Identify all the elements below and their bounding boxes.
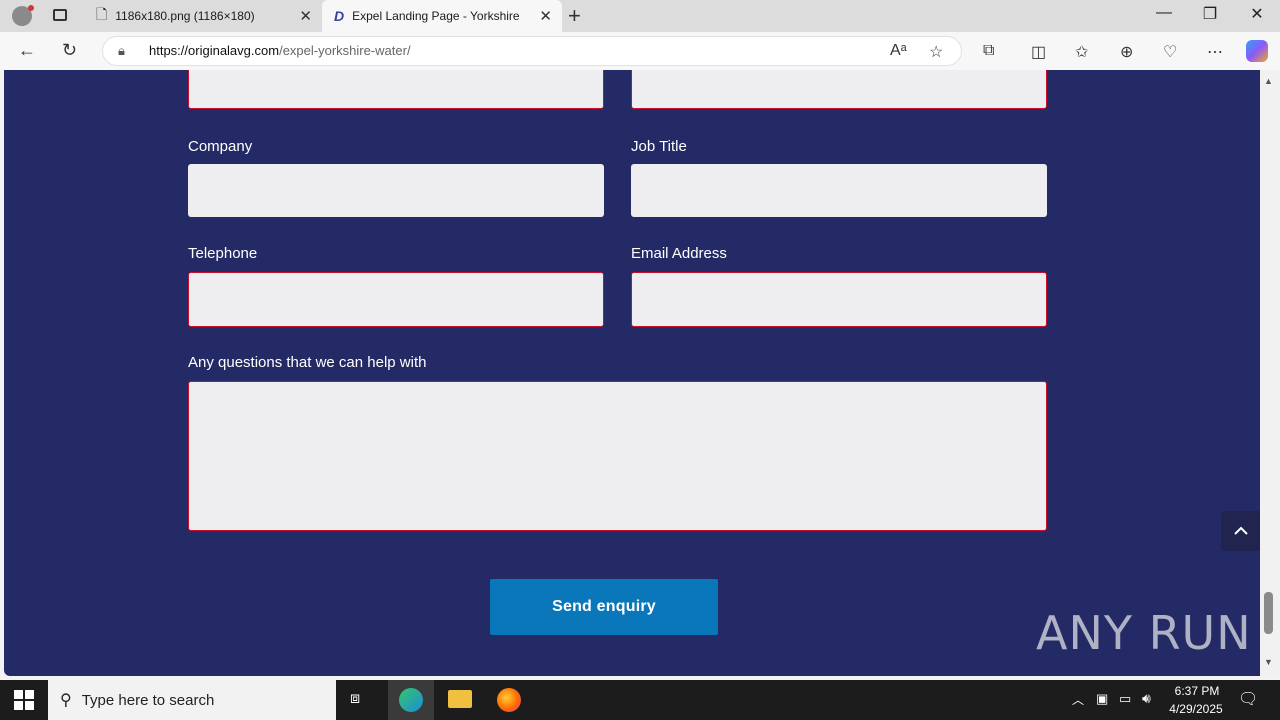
favorite-star-icon[interactable]: ☆ xyxy=(929,42,943,62)
url-text[interactable]: https://originalavg.com/expel-yorkshire-… xyxy=(149,43,411,58)
browser-essentials-icon[interactable]: ♡ xyxy=(1163,42,1177,62)
firefox-icon[interactable] xyxy=(497,688,521,712)
send-enquiry-button[interactable]: Send enquiry xyxy=(490,579,718,635)
close-tab-icon[interactable]: ✕ xyxy=(539,7,552,25)
email-input[interactable] xyxy=(631,272,1047,327)
scroll-down-icon[interactable]: ▼ xyxy=(1264,657,1273,667)
edge-taskbar-button[interactable] xyxy=(388,680,434,720)
split-screen-icon[interactable]: ◫ xyxy=(1031,42,1046,62)
notifications-icon[interactable]: 🗨︎ xyxy=(1238,689,1258,709)
minimize-icon[interactable]: — xyxy=(1141,4,1187,22)
show-hidden-icons-icon[interactable]: ︿ xyxy=(1072,691,1084,708)
telephone-label: Telephone xyxy=(188,245,258,262)
windows-start-icon[interactable] xyxy=(14,690,34,710)
anyrun-watermark: ANY RUN xyxy=(1036,606,1252,660)
job-title-input[interactable] xyxy=(631,164,1047,217)
search-icon: ⚲ xyxy=(60,692,72,709)
questions-textarea[interactable] xyxy=(188,381,1047,531)
extensions-icon[interactable]: ⧉ xyxy=(983,42,994,60)
company-input[interactable] xyxy=(188,164,604,217)
scroll-to-top-button[interactable] xyxy=(1221,511,1260,551)
url-domain: https://originalavg.com xyxy=(149,43,280,58)
volume-icon[interactable]: 🔊︎ xyxy=(1142,690,1151,707)
site-favicon-icon: D xyxy=(334,8,345,24)
scrollbar[interactable] xyxy=(1260,70,1280,676)
telephone-input[interactable] xyxy=(188,272,604,327)
close-tab-icon[interactable]: ✕ xyxy=(299,7,312,25)
tab-image[interactable]: 🗋 1186x180.png (1186×180) ✕ xyxy=(86,0,322,32)
taskbar-search[interactable]: ⚲ Type here to search xyxy=(48,680,336,720)
network-icon[interactable]: ▭ xyxy=(1119,691,1131,707)
read-aloud-icon[interactable]: Aᵃ xyxy=(890,42,907,60)
file-icon: 🗋 xyxy=(96,6,108,22)
questions-label: Any questions that we can help with xyxy=(188,354,427,371)
restore-icon[interactable]: ❐ xyxy=(1187,4,1233,24)
last-name-input[interactable] xyxy=(631,70,1047,109)
url-path: /expel-yorkshire-water/ xyxy=(279,43,411,58)
edge-icon xyxy=(399,688,423,712)
more-menu-icon[interactable]: ⋯ xyxy=(1207,42,1223,62)
company-label: Company xyxy=(188,138,253,155)
clock-time[interactable]: 6:37 PM xyxy=(1170,684,1224,698)
chevron-up-icon xyxy=(1234,526,1248,535)
tab-landing-page[interactable]: D Expel Landing Page - Yorkshire W ✕ xyxy=(322,0,562,32)
task-view-icon[interactable]: ⧈ xyxy=(350,690,360,708)
tab-actions-icon[interactable] xyxy=(53,9,67,21)
collections-icon[interactable]: ⊕ xyxy=(1120,42,1133,62)
notification-dot xyxy=(28,5,34,11)
job-title-label: Job Title xyxy=(631,138,687,155)
favorites-icon[interactable]: ✩ xyxy=(1075,42,1088,62)
lock-icon[interactable]: 🔒︎ xyxy=(118,43,125,59)
copilot-icon[interactable] xyxy=(1246,40,1268,62)
new-tab-icon[interactable]: + xyxy=(568,3,581,29)
tab-title: 1186x180.png (1186×180) xyxy=(115,9,255,23)
email-label: Email Address xyxy=(631,245,727,262)
search-placeholder: Type here to search xyxy=(81,691,215,709)
back-icon[interactable]: ← xyxy=(18,40,36,61)
clock-date[interactable]: 4/29/2025 xyxy=(1166,702,1226,716)
scroll-up-icon[interactable]: ▲ xyxy=(1264,76,1273,86)
close-window-icon[interactable]: ✕ xyxy=(1234,4,1280,24)
tab-title: Expel Landing Page - Yorkshire W xyxy=(352,9,523,23)
device-icon[interactable]: ▣ xyxy=(1096,691,1108,707)
file-explorer-icon[interactable] xyxy=(448,690,472,708)
first-name-input[interactable] xyxy=(188,70,604,109)
scrollbar-thumb[interactable] xyxy=(1264,592,1273,634)
refresh-icon[interactable]: ↻ xyxy=(62,40,77,61)
page-content: Company Job Title Telephone Email Addres… xyxy=(4,70,1260,676)
